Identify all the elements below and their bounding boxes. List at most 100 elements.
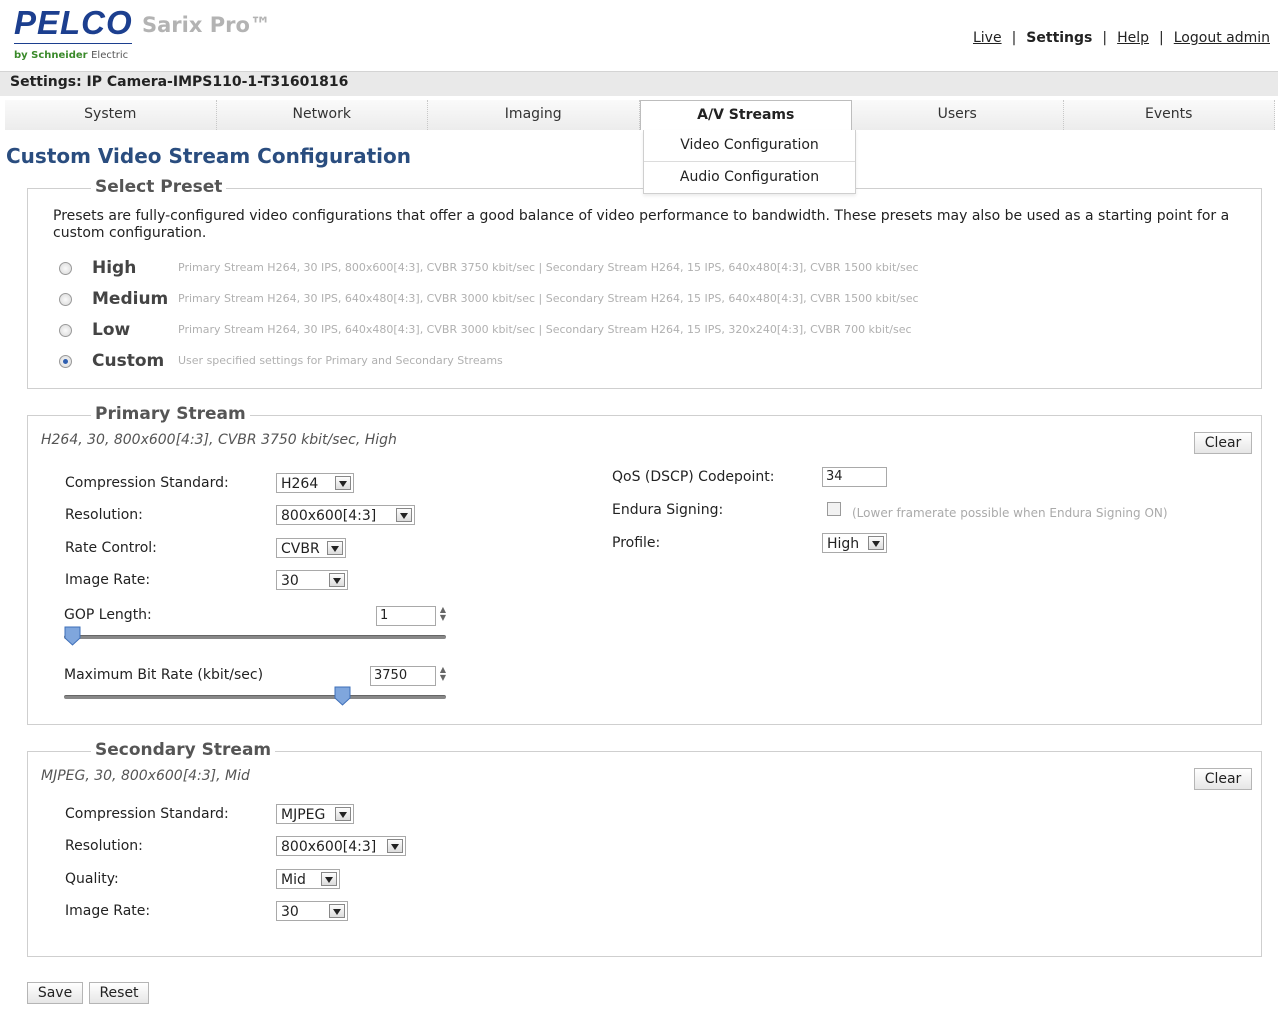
byline-sub: Electric (91, 50, 129, 61)
preset-high-label: High (92, 258, 137, 278)
gop-length-slider-track[interactable] (64, 635, 446, 639)
chevron-down-icon (329, 573, 345, 587)
secondary-stream-legend: Secondary Stream (91, 740, 276, 760)
preset-custom-label: Custom (92, 351, 165, 371)
primary-stream-summary: H264, 30, 800x600[4:3], CVBR 3750 kbit/s… (41, 432, 397, 448)
chevron-down-icon (396, 508, 412, 522)
nav-separator: | (1159, 30, 1164, 46)
spin-down-icon: ▼ (439, 613, 447, 622)
nav-live-link[interactable]: Live (973, 30, 1002, 46)
profile-label: Profile: (612, 535, 661, 551)
select-preset-legend: Select Preset (91, 177, 227, 197)
secondary-resolution-select[interactable]: 800x600[4:3] (276, 836, 406, 856)
qos-codepoint-input[interactable]: 34 (822, 467, 887, 487)
gop-length-slider-thumb[interactable] (64, 626, 81, 646)
primary-resolution-label: Resolution: (65, 507, 143, 523)
max-bitrate-label: Maximum Bit Rate (kbit/sec) (64, 667, 264, 683)
primary-compression-select[interactable]: H264 (276, 473, 354, 493)
chevron-down-icon (868, 536, 884, 550)
qos-codepoint-label: QoS (DSCP) Codepoint: (612, 469, 775, 485)
main-tabs: System Network Imaging A/V Streams Users… (5, 100, 1275, 130)
max-bitrate-spinner[interactable]: ▲ ▼ (438, 666, 448, 684)
primary-resolution-select[interactable]: 800x600[4:3] (276, 505, 415, 525)
tab-imaging[interactable]: Imaging (428, 100, 640, 130)
secondary-compression-label: Compression Standard: (65, 806, 229, 822)
primary-compression-label: Compression Standard: (65, 475, 229, 491)
profile-select[interactable]: High (822, 533, 887, 553)
nav-help-link[interactable]: Help (1117, 30, 1149, 46)
secondary-resolution-label: Resolution: (65, 838, 143, 854)
max-bitrate-slider-track[interactable] (64, 695, 446, 699)
save-button[interactable]: Save (27, 982, 83, 1004)
endura-signing-note: (Lower framerate possible when Endura Si… (852, 506, 1168, 520)
secondary-clear-button[interactable]: Clear (1194, 768, 1252, 790)
preset-medium-desc: Primary Stream H264, 30 IPS, 640x480[4:3… (178, 292, 919, 305)
logo-underline (14, 43, 132, 44)
preset-high-radio[interactable] (59, 262, 72, 275)
primary-stream-legend: Primary Stream (91, 404, 250, 424)
primary-rate-control-value: CVBR (281, 541, 320, 557)
secondary-resolution-value: 800x600[4:3] (281, 839, 377, 855)
secondary-quality-value: Mid (281, 872, 306, 888)
primary-image-rate-select[interactable]: 30 (276, 570, 348, 590)
chevron-down-icon (335, 476, 351, 490)
preset-medium-radio[interactable] (59, 293, 72, 306)
profile-value: High (827, 536, 860, 552)
schneider-byline: by Schneider Electric (14, 50, 128, 61)
submenu-audio-configuration[interactable]: Audio Configuration (644, 161, 855, 193)
primary-rate-control-label: Rate Control: (65, 540, 157, 556)
settings-title: Settings: IP Camera-IMPS110-1-T31601816 (10, 74, 349, 90)
product-name: Sarix Pro™ (142, 13, 271, 37)
preset-medium-label: Medium (92, 289, 169, 309)
tab-system[interactable]: System (5, 100, 217, 130)
preset-low-radio[interactable] (59, 324, 72, 337)
max-bitrate-input[interactable]: 3750 (370, 666, 436, 686)
nav-separator: | (1102, 30, 1108, 46)
nav-settings-link[interactable]: Settings (1026, 30, 1092, 46)
chevron-down-icon (335, 807, 351, 821)
primary-resolution-value: 800x600[4:3] (281, 508, 377, 524)
top-nav: Live | Settings | Help | Logout admin (973, 30, 1270, 46)
secondary-stream-summary: MJPEG, 30, 800x600[4:3], Mid (41, 768, 250, 784)
page-title: Custom Video Stream Configuration (6, 144, 411, 168)
preset-custom-desc: User specified settings for Primary and … (178, 354, 503, 367)
secondary-image-rate-value: 30 (281, 904, 299, 920)
preset-low-label: Low (92, 320, 131, 340)
preset-low-desc: Primary Stream H264, 30 IPS, 640x480[4:3… (178, 323, 912, 336)
tab-network[interactable]: Network (216, 100, 428, 130)
primary-image-rate-value: 30 (281, 573, 299, 589)
preset-intro-text: Presets are fully-configured video confi… (53, 208, 1230, 241)
preset-custom-radio[interactable] (59, 355, 72, 368)
spin-down-icon: ▼ (439, 673, 447, 682)
gop-length-spinner[interactable]: ▲ ▼ (438, 606, 448, 624)
secondary-image-rate-label: Image Rate: (65, 903, 151, 919)
submenu-video-configuration[interactable]: Video Configuration (644, 130, 855, 161)
secondary-quality-label: Quality: (65, 871, 119, 887)
primary-rate-control-select[interactable]: CVBR (276, 538, 346, 558)
max-bitrate-slider-thumb[interactable] (334, 686, 351, 706)
secondary-image-rate-select[interactable]: 30 (276, 901, 348, 921)
tab-events[interactable]: Events (1063, 100, 1275, 130)
nav-logout-link[interactable]: Logout admin (1174, 30, 1270, 46)
endura-signing-label: Endura Signing: (612, 502, 724, 518)
byline-brand: by Schneider (14, 50, 88, 61)
gop-length-input[interactable]: 1 (376, 606, 436, 626)
primary-clear-button[interactable]: Clear (1194, 432, 1252, 454)
primary-compression-value: H264 (281, 476, 319, 492)
secondary-compression-value: MJPEG (281, 807, 326, 823)
secondary-quality-select[interactable]: Mid (276, 869, 340, 889)
gop-length-label: GOP Length: (64, 607, 152, 623)
chevron-down-icon (329, 904, 345, 918)
chevron-down-icon (327, 541, 343, 555)
reset-button[interactable]: Reset (89, 982, 149, 1004)
chevron-down-icon (387, 839, 403, 853)
secondary-compression-select[interactable]: MJPEG (276, 804, 354, 824)
primary-image-rate-label: Image Rate: (65, 572, 151, 588)
chevron-down-icon (321, 872, 337, 886)
pelco-logo: PELCO (14, 4, 133, 41)
tab-av-streams[interactable]: A/V Streams (639, 100, 852, 130)
tab-users[interactable]: Users (852, 100, 1064, 130)
preset-high-desc: Primary Stream H264, 30 IPS, 800x600[4:3… (178, 261, 919, 274)
endura-signing-checkbox[interactable] (827, 502, 841, 516)
nav-separator: | (1011, 30, 1017, 46)
